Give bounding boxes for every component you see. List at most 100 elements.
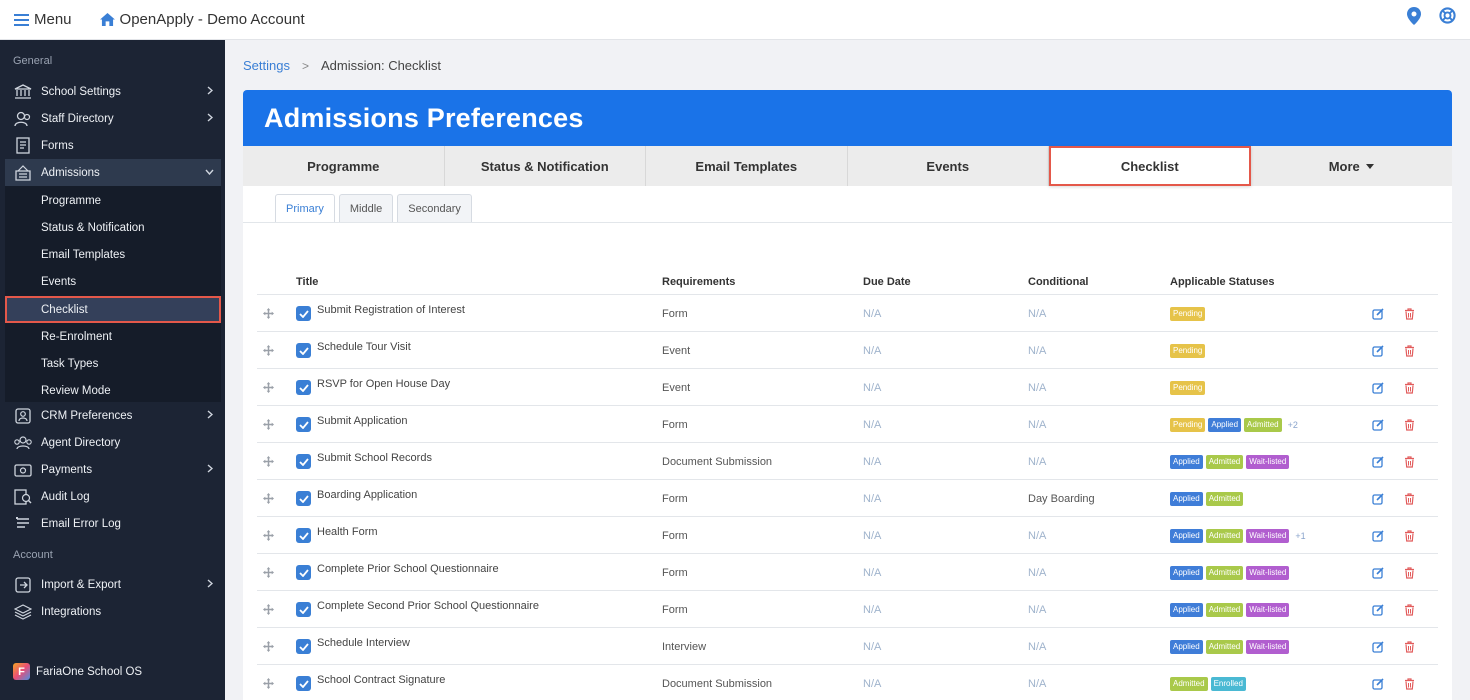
map-pin-icon[interactable] [1407, 7, 1421, 25]
sidebar-sub-task-types[interactable]: Task Types [5, 350, 221, 377]
tab-programme[interactable]: Programme [243, 146, 445, 186]
edit-icon[interactable] [1372, 665, 1384, 700]
edit-icon[interactable] [1372, 628, 1384, 665]
due-date: N/A [863, 307, 882, 320]
enabled-checkbox[interactable] [296, 406, 311, 443]
edit-icon[interactable] [1372, 295, 1384, 332]
col-requirements: Requirements [662, 276, 736, 288]
breadcrumb-settings-link[interactable]: Settings [243, 58, 290, 73]
trash-icon[interactable] [1404, 332, 1415, 369]
caret-down-icon [1365, 163, 1374, 169]
drag-handle-icon[interactable] [263, 443, 274, 480]
crm-icon [13, 407, 33, 425]
enabled-checkbox[interactable] [296, 369, 311, 406]
trash-icon[interactable] [1404, 665, 1415, 700]
trash-icon[interactable] [1404, 517, 1415, 554]
enabled-checkbox[interactable] [296, 591, 311, 628]
trash-icon[interactable] [1404, 295, 1415, 332]
enabled-checkbox[interactable] [296, 517, 311, 554]
status-badge: Pending [1170, 306, 1206, 321]
enabled-checkbox[interactable] [296, 295, 311, 332]
drag-handle-icon[interactable] [263, 369, 274, 406]
payments-icon [13, 461, 33, 479]
enabled-checkbox[interactable] [296, 628, 311, 665]
sidebar-item-agent-directory[interactable]: Agent Directory [0, 429, 225, 456]
trash-icon[interactable] [1404, 369, 1415, 406]
edit-icon[interactable] [1372, 369, 1384, 406]
menu-button[interactable]: Menu [14, 11, 72, 28]
tab-email-templates[interactable]: Email Templates [646, 146, 848, 186]
tab-status-notification[interactable]: Status & Notification [445, 146, 646, 186]
sidebar-item-email-error-log[interactable]: Email Error Log [0, 510, 225, 537]
drag-handle-icon[interactable] [263, 332, 274, 369]
applicable-statuses: Admitted Enrolled [1170, 665, 1246, 700]
sidebar-item-integrations[interactable]: Integrations [0, 598, 225, 625]
edit-icon[interactable] [1372, 480, 1384, 517]
table-row: Schedule Interview Interview N/A N/A App… [257, 627, 1438, 664]
checklist-title: Submit Registration of Interest [317, 303, 465, 316]
sidebar-item-school-settings[interactable]: School Settings [0, 78, 225, 105]
edit-icon[interactable] [1372, 591, 1384, 628]
enabled-checkbox[interactable] [296, 480, 311, 517]
sidebar-sub-programme[interactable]: Programme [5, 187, 221, 214]
tab-more[interactable]: More [1251, 146, 1453, 186]
brand-link[interactable]: OpenApply - Demo Account [99, 11, 305, 28]
trash-icon[interactable] [1404, 443, 1415, 480]
sidebar-sub-email-templates[interactable]: Email Templates [5, 241, 221, 268]
applicable-statuses: Applied Admitted Wait-listed +1 [1170, 517, 1306, 554]
drag-handle-icon[interactable] [263, 554, 274, 591]
hamburger-icon [14, 13, 29, 26]
trash-icon[interactable] [1404, 480, 1415, 517]
enabled-checkbox[interactable] [296, 332, 311, 369]
sidebar-item-label: CRM Preferences [41, 409, 133, 422]
more-statuses-count[interactable]: +2 [1288, 420, 1298, 430]
trash-icon[interactable] [1404, 628, 1415, 665]
edit-icon[interactable] [1372, 554, 1384, 591]
edit-icon[interactable] [1372, 332, 1384, 369]
drag-handle-icon[interactable] [263, 591, 274, 628]
sidebar-item-import-export[interactable]: Import & Export [0, 571, 225, 598]
edit-icon[interactable] [1372, 517, 1384, 554]
enabled-checkbox[interactable] [296, 665, 311, 700]
sidebar-sub-review-mode[interactable]: Review Mode [5, 377, 221, 404]
audit-icon [13, 488, 33, 506]
requirement: Interview [662, 640, 707, 653]
sidebar-item-crm-preferences[interactable]: CRM Preferences [0, 402, 225, 429]
sidebar-sub-re-enrolment[interactable]: Re-Enrolment [5, 323, 221, 350]
sidebar-item-admissions[interactable]: Admissions [5, 159, 221, 186]
subtab-divider [243, 222, 1452, 223]
edit-icon[interactable] [1372, 443, 1384, 480]
drag-handle-icon[interactable] [263, 406, 274, 443]
drag-handle-icon[interactable] [263, 628, 274, 665]
drag-handle-icon[interactable] [263, 517, 274, 554]
drag-handle-icon[interactable] [263, 480, 274, 517]
trash-icon[interactable] [1404, 554, 1415, 591]
sidebar-item-audit-log[interactable]: Audit Log [0, 483, 225, 510]
lifebuoy-icon[interactable] [1439, 7, 1456, 24]
sidebar-item-payments[interactable]: Payments [0, 456, 225, 483]
sidebar-item-staff-directory[interactable]: Staff Directory [0, 105, 225, 132]
subtab-secondary[interactable]: Secondary [397, 194, 472, 223]
status-badge: Admitted [1205, 565, 1244, 580]
more-statuses-count[interactable]: +1 [1295, 531, 1305, 541]
conditional: N/A [1028, 381, 1047, 394]
sidebar-sub-status-notification[interactable]: Status & Notification [5, 214, 221, 241]
status-badge: Wait-listed [1246, 565, 1290, 580]
drag-handle-icon[interactable] [263, 665, 274, 700]
sidebar-item-forms[interactable]: Forms [0, 132, 225, 159]
trash-icon[interactable] [1404, 406, 1415, 443]
enabled-checkbox[interactable] [296, 443, 311, 480]
tab-events[interactable]: Events [848, 146, 1049, 186]
integrations-icon [13, 603, 33, 621]
enabled-checkbox[interactable] [296, 554, 311, 591]
trash-icon[interactable] [1404, 591, 1415, 628]
bank-icon [13, 83, 33, 101]
sidebar-sub-checklist[interactable]: Checklist [5, 296, 221, 323]
sidebar-sub-events[interactable]: Events [5, 268, 221, 295]
subtab-middle[interactable]: Middle [338, 194, 394, 223]
tab-checklist[interactable]: Checklist [1049, 146, 1251, 186]
drag-handle-icon[interactable] [263, 295, 274, 332]
fariaone-link[interactable]: F FariaOne School OS [13, 663, 142, 680]
edit-icon[interactable] [1372, 406, 1384, 443]
subtab-primary[interactable]: Primary [275, 194, 335, 223]
